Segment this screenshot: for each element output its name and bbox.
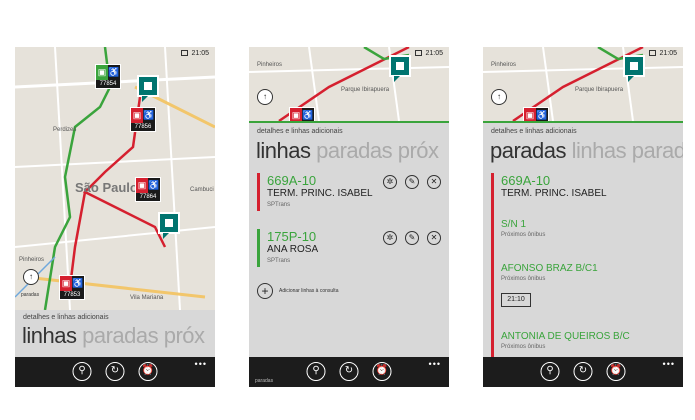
- app-bar: ••• paradas ⚲ ↻ ⏰: [249, 357, 449, 387]
- status-bar: 21:05: [249, 47, 449, 61]
- add-line-label: Adicionar linhas à consulta: [279, 288, 339, 294]
- stop-next-label: Próximos ônibus: [501, 276, 546, 282]
- pivot-header[interactable]: paradas linhas paradas: [490, 138, 683, 164]
- tab-proximos[interactable]: próx: [398, 138, 439, 163]
- map-label-parque: Parque Ibirapuera: [341, 87, 390, 93]
- status-time: 21:05: [659, 50, 677, 57]
- app-bar: ••• ⚲ ↻ ⏰: [15, 357, 215, 387]
- route-operator: SPTrans: [267, 202, 291, 208]
- bus-marker[interactable]: ▣ ♿: [289, 107, 315, 121]
- route-destination: ANA ROSA: [267, 244, 319, 255]
- star-icon[interactable]: ✲: [383, 175, 397, 189]
- map-label-parque: Parque Ibirapuera: [575, 87, 624, 93]
- route-code: 669A-10: [501, 173, 551, 188]
- map-label-pinheiros: Pinheiros: [19, 257, 45, 263]
- stop-name: ANTONIA DE QUEIROS B/C: [501, 331, 630, 342]
- stop-item[interactable]: AFONSO BRAZ B/C1 Próximos ônibus: [501, 263, 675, 282]
- search-icon[interactable]: ⚲: [540, 362, 560, 381]
- stop-name: AFONSO BRAZ B/C1: [501, 263, 598, 274]
- status-bar: 21:05: [483, 47, 683, 61]
- map-label-cambuci: Cambuci: [190, 187, 214, 193]
- bus-marker[interactable]: ▣ ♿: [523, 107, 549, 121]
- battery-icon: [415, 50, 423, 57]
- locate-icon[interactable]: ↑: [491, 89, 507, 105]
- status-time: 21:05: [191, 50, 209, 57]
- close-icon[interactable]: ✕: [427, 175, 441, 189]
- panel-subtitle: detalhes e linhas adicionais: [257, 128, 343, 135]
- route-code: 669A-10: [267, 173, 317, 188]
- search-icon[interactable]: ⚲: [72, 362, 92, 381]
- bus-stop-marker[interactable]: [158, 212, 180, 239]
- locate-icon[interactable]: ↑: [257, 89, 273, 105]
- phone-linhas-view: 21:05 Pinheiros Parque Ibirapuera ↑ ▣ ♿ d…: [249, 47, 449, 387]
- route-destination: TERM. PRINC. ISABEL: [267, 188, 373, 199]
- pin-icon[interactable]: ✎: [405, 175, 419, 189]
- phone-map-view: 21:05 Perdizes São Paulo Cambuci Vila Ma…: [15, 47, 215, 387]
- plus-icon[interactable]: +: [257, 283, 273, 299]
- map-label-pinheiros: Pinheiros: [257, 62, 283, 68]
- pivot-header[interactable]: linhas paradas próx: [256, 138, 439, 164]
- status-bar: 21:05: [15, 47, 215, 61]
- refresh-icon[interactable]: ↻: [339, 362, 359, 381]
- alarm-icon[interactable]: ⏰: [606, 362, 626, 381]
- stop-item[interactable]: S/N 1 Próximos ônibus: [501, 219, 675, 238]
- tab-linhas[interactable]: linhas: [22, 323, 77, 348]
- stop-next-label: Próximos ônibus: [501, 232, 546, 238]
- map-label-vila-mariana: Vila Mariana: [130, 295, 164, 301]
- more-menu-button[interactable]: •••: [429, 359, 441, 369]
- close-icon[interactable]: ✕: [427, 231, 441, 245]
- bus-stop-marker[interactable]: [137, 75, 159, 102]
- stop-next-label: Próximos ônibus: [501, 344, 546, 350]
- route-item[interactable]: 175P-10 ANA ROSA SPTrans ✲ ✎ ✕: [257, 229, 441, 267]
- panel-subtitle: detalhes e linhas adicionais: [491, 128, 577, 135]
- stop-name: S/N 1: [501, 219, 527, 230]
- tab-linhas[interactable]: linhas: [572, 138, 627, 163]
- pivot-header[interactable]: linhas paradas próx: [22, 323, 205, 349]
- bus-marker[interactable]: ▣ ♿ 77864: [135, 177, 161, 202]
- status-time: 21:05: [425, 50, 443, 57]
- battery-icon: [181, 50, 189, 57]
- map-label-pinheiros: Pinheiros: [491, 62, 517, 68]
- screenshot-stage: 21:05 Perdizes São Paulo Cambuci Vila Ma…: [0, 0, 695, 420]
- tab-proximos[interactable]: próx: [164, 323, 205, 348]
- add-line-row[interactable]: + Adicionar linhas à consulta: [257, 283, 338, 299]
- bus-marker[interactable]: ▣ ♿ 77856: [130, 107, 156, 132]
- refresh-icon[interactable]: ↻: [105, 362, 125, 381]
- app-bar: ••• ⚲ ↻ ⏰: [483, 357, 683, 387]
- tab-linhas[interactable]: linhas: [256, 138, 311, 163]
- map-label-sao-paulo: São Paulo: [75, 180, 138, 195]
- route-item[interactable]: 669A-10 TERM. PRINC. ISABEL SPTrans ✲ ✎ …: [257, 173, 441, 211]
- arrival-time-badge: 21:10: [501, 293, 531, 307]
- tab-paradas[interactable]: paradas: [490, 138, 567, 163]
- search-icon[interactable]: ⚲: [306, 362, 326, 381]
- alarm-icon[interactable]: ⏰: [138, 362, 158, 381]
- route-operator: SPTrans: [267, 258, 291, 264]
- map-label-perdizes: Perdizes: [53, 127, 77, 133]
- locate-icon[interactable]: ↑: [23, 269, 39, 285]
- more-menu-button[interactable]: •••: [663, 359, 675, 369]
- battery-icon: [649, 50, 657, 57]
- details-panel: detalhes e linhas adicionais paradas lin…: [483, 121, 683, 363]
- bus-marker[interactable]: ▣ ♿ 77854: [95, 64, 121, 89]
- map-area[interactable]: Perdizes São Paulo Cambuci Vila Mariana …: [15, 47, 215, 310]
- star-icon[interactable]: ✲: [383, 231, 397, 245]
- details-panel: detalhes e linhas adicionais linhas para…: [15, 310, 215, 357]
- stop-item[interactable]: ANTONIA DE QUEIROS B/C Próximos ônibus: [501, 331, 675, 350]
- route-code: 175P-10: [267, 229, 317, 244]
- refresh-icon[interactable]: ↻: [573, 362, 593, 381]
- phone-paradas-view: 21:05 Pinheiros Parque Ibirapuera ↑ ▣ ♿ d…: [483, 47, 683, 387]
- details-panel: detalhes e linhas adicionais linhas para…: [249, 121, 449, 357]
- panel-subtitle: detalhes e linhas adicionais: [23, 314, 109, 321]
- tab-paradas[interactable]: paradas: [82, 323, 159, 348]
- tab-paradas[interactable]: paradas: [316, 138, 393, 163]
- bus-marker[interactable]: ▣ ♿ 77853: [59, 275, 85, 300]
- pin-icon[interactable]: ✎: [405, 231, 419, 245]
- app-bar-label: paradas: [255, 378, 274, 384]
- map-scale-label: paradas: [21, 292, 40, 298]
- alarm-icon[interactable]: ⏰: [372, 362, 392, 381]
- more-menu-button[interactable]: •••: [195, 359, 207, 369]
- route-destination: TERM. PRINC. ISABEL: [501, 188, 607, 199]
- tab-paradas-next[interactable]: paradas: [632, 138, 683, 163]
